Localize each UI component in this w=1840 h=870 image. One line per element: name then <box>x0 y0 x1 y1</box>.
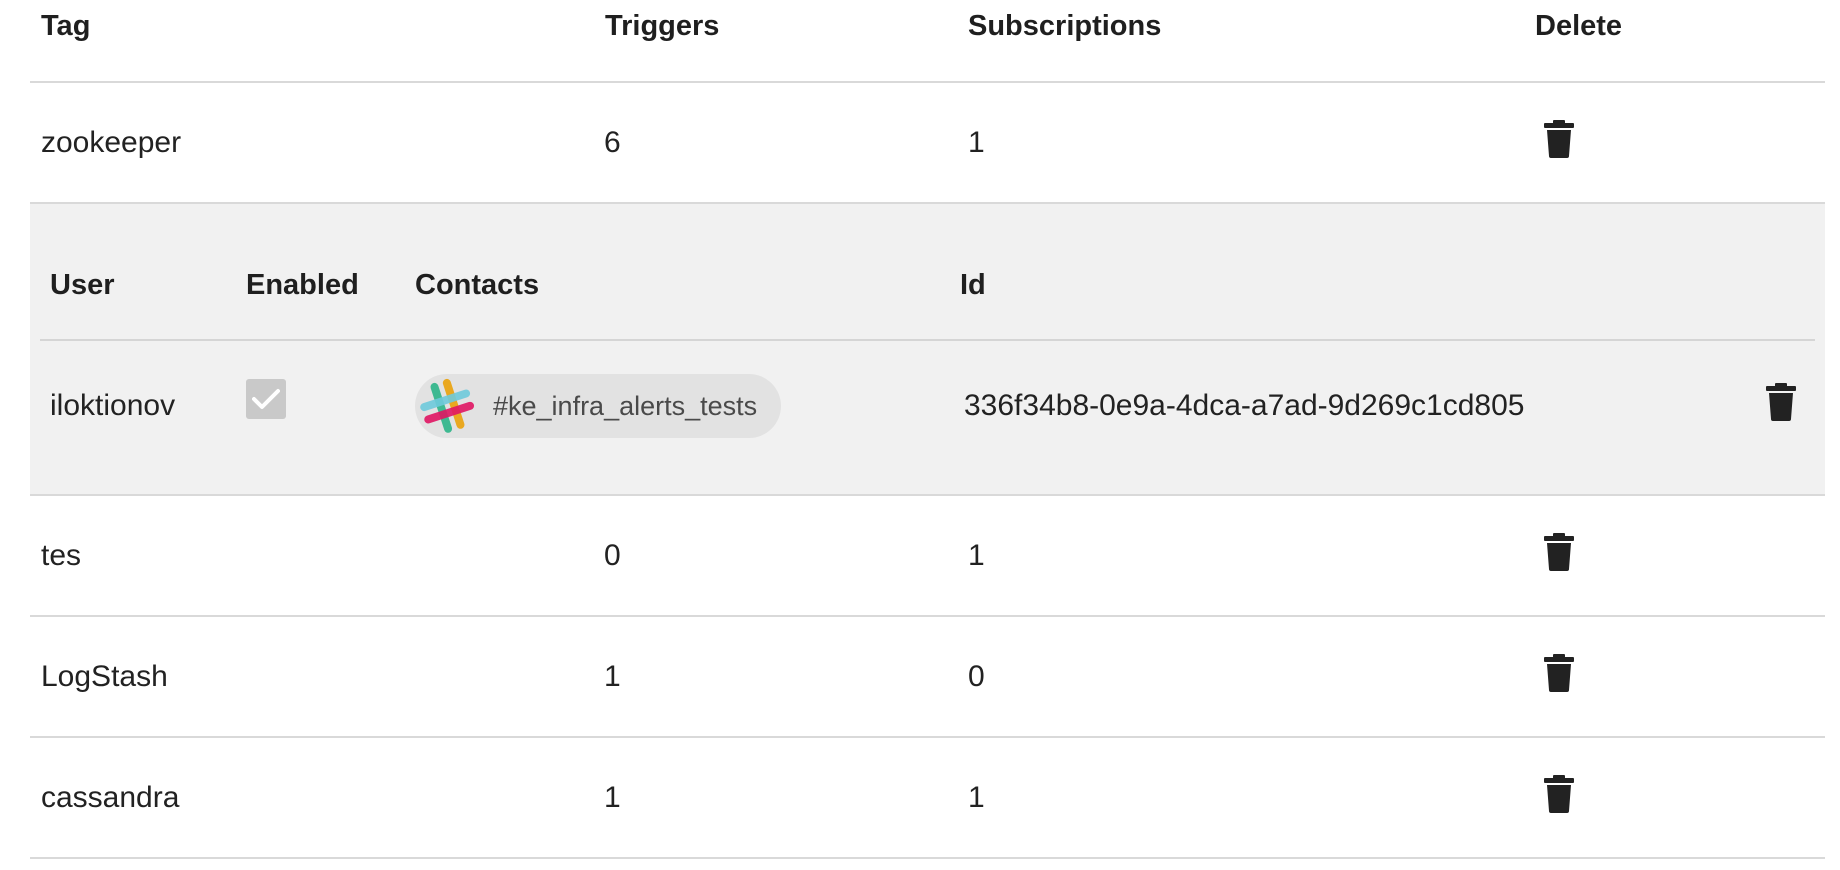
tag-name: zookeeper <box>41 125 182 159</box>
subscriptions-header: User Enabled Contacts Id <box>40 204 1815 341</box>
delete-button[interactable] <box>1543 653 1575 700</box>
header-subscriptions: Subscriptions <box>968 10 1162 42</box>
slack-contact[interactable]: #ke_infra_alerts_tests <box>415 374 782 438</box>
subscriptions-count: 1 <box>968 538 985 572</box>
tag-name: cassandra <box>41 780 180 814</box>
table-row[interactable]: zookeeper 6 1 <box>30 83 1825 204</box>
delete-button[interactable] <box>1543 119 1575 166</box>
subscription-id: 336f34b8-0e9a-4dca-a7ad-9d269c1cd805 <box>964 389 1525 422</box>
subscription-row[interactable]: iloktionov #ke_infra_alerts_tests 336f34… <box>40 341 1815 471</box>
header-id: Id <box>960 269 986 301</box>
header-tag: Tag <box>41 10 91 42</box>
table-row[interactable]: LogStash 1 0 <box>30 617 1825 738</box>
trash-icon <box>1765 383 1797 421</box>
triggers-count: 1 <box>604 780 621 814</box>
triggers-count: 1 <box>604 659 621 693</box>
header-triggers: Triggers <box>605 10 720 42</box>
trash-icon <box>1543 774 1575 813</box>
delete-button[interactable] <box>1543 532 1575 579</box>
contact-label: #ke_infra_alerts_tests <box>493 390 758 421</box>
trash-icon <box>1543 119 1575 158</box>
triggers-count: 0 <box>604 538 621 572</box>
header-user: User <box>50 269 115 301</box>
header-contacts: Contacts <box>415 269 540 301</box>
tag-name: LogStash <box>41 659 168 693</box>
tag-name: tes <box>41 538 82 572</box>
table-row[interactable]: cassandra 1 1 <box>30 738 1825 859</box>
checkbox[interactable] <box>246 379 286 419</box>
table-header: Tag Triggers Subscriptions Delete <box>30 0 1825 83</box>
trash-icon <box>1543 532 1575 571</box>
delete-subscription-button[interactable] <box>1765 383 1797 429</box>
table-row[interactable]: tes 0 1 <box>30 496 1825 617</box>
enabled-checkbox[interactable] <box>246 379 286 419</box>
delete-button[interactable] <box>1543 774 1575 821</box>
checkmark-icon <box>252 389 280 409</box>
subscription-user: iloktionov <box>50 389 176 422</box>
header-delete: Delete <box>1535 10 1623 42</box>
subscriptions-count: 1 <box>968 125 985 159</box>
tags-table: Tag Triggers Subscriptions Delete zookee… <box>30 0 1825 859</box>
subscriptions-panel: User Enabled Contacts Id iloktionov #ke_… <box>30 204 1825 496</box>
contact-chip[interactable]: #ke_infra_alerts_tests <box>415 374 782 438</box>
subscriptions-count: 1 <box>968 780 985 814</box>
header-enabled: Enabled <box>246 269 359 301</box>
trash-icon <box>1543 653 1575 692</box>
subscriptions-count: 0 <box>968 659 985 693</box>
triggers-count: 6 <box>604 125 621 159</box>
slack-icon <box>415 374 479 438</box>
